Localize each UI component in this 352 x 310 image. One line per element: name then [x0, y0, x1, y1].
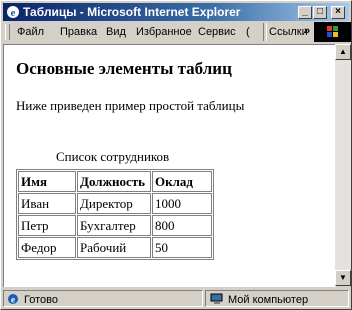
table-header-row: Имя Должность Оклад [18, 171, 212, 192]
title-bar[interactable]: e Таблицы - Microsoft Internet Explorer … [3, 3, 349, 21]
table-cell: 50 [152, 237, 212, 258]
ie-page-icon: e [7, 293, 19, 308]
links-button[interactable]: Ссылки [269, 26, 308, 38]
table-row: Петр Бухгалтер 800 [18, 215, 212, 236]
table-cell: Петр [18, 215, 76, 236]
table-caption: Список сотрудников [56, 149, 170, 164]
table-cell: 800 [152, 215, 212, 236]
page-heading: Основные элементы таблиц [16, 59, 232, 78]
maximize-button[interactable]: □ [313, 6, 327, 19]
status-bar: e Готово Мой компьютер [3, 289, 349, 308]
status-cell-main: e Готово [3, 290, 203, 307]
browser-window: e Таблицы - Microsoft Internet Explorer … [0, 0, 352, 310]
menu-edit[interactable]: Правка [60, 26, 97, 38]
table-cell: 1000 [152, 193, 212, 214]
windows-logo-icon [314, 22, 351, 42]
table-cell: Рабочий [77, 237, 151, 258]
minimize-button[interactable]: _ [298, 6, 312, 19]
svg-text:e: e [11, 7, 16, 19]
menu-favorites[interactable]: Избранное [136, 26, 192, 38]
table-row: Иван Директор 1000 [18, 193, 212, 214]
column-header-position: Должность [77, 171, 151, 192]
staff-table: Имя Должность Оклад Иван Директор 1000 П… [16, 169, 214, 260]
close-button[interactable]: × [331, 6, 345, 19]
zone-text: Мой компьютер [228, 294, 309, 306]
vertical-scrollbar[interactable]: ▲ ▼ [335, 44, 351, 286]
window-title: Таблицы - Microsoft Internet Explorer [23, 5, 241, 19]
scroll-down-button[interactable]: ▼ [335, 270, 351, 286]
column-header-name: Имя [18, 171, 76, 192]
status-text: Готово [24, 294, 58, 306]
menu-bar: Файл Правка Вид Избранное Сервис ( Ссылк… [3, 22, 351, 42]
toolbar-grip[interactable] [5, 24, 10, 40]
page-content: Основные элементы таблиц Ниже приведен п… [3, 44, 336, 287]
menu-help[interactable]: ( [246, 26, 250, 38]
chevron-icon[interactable]: » [304, 25, 310, 37]
status-cell-zone: Мой компьютер [205, 290, 349, 307]
table-cell: Бухгалтер [77, 215, 151, 236]
scroll-up-button[interactable]: ▲ [335, 44, 351, 60]
svg-text:e: e [11, 295, 15, 305]
table-row: Федор Рабочий 50 [18, 237, 212, 258]
computer-icon [210, 293, 224, 308]
column-header-salary: Оклад [152, 171, 212, 192]
table-cell: Директор [77, 193, 151, 214]
menu-view[interactable]: Вид [106, 26, 126, 38]
intro-text: Ниже приведен пример простой таблицы [16, 98, 245, 113]
table-cell: Федор [18, 237, 76, 258]
windows-flag-icon [327, 26, 338, 37]
table-cell: Иван [18, 193, 76, 214]
links-separator [263, 23, 267, 41]
ie-icon: e [7, 6, 19, 19]
menu-file[interactable]: Файл [17, 26, 44, 38]
menu-tools[interactable]: Сервис [198, 26, 236, 38]
